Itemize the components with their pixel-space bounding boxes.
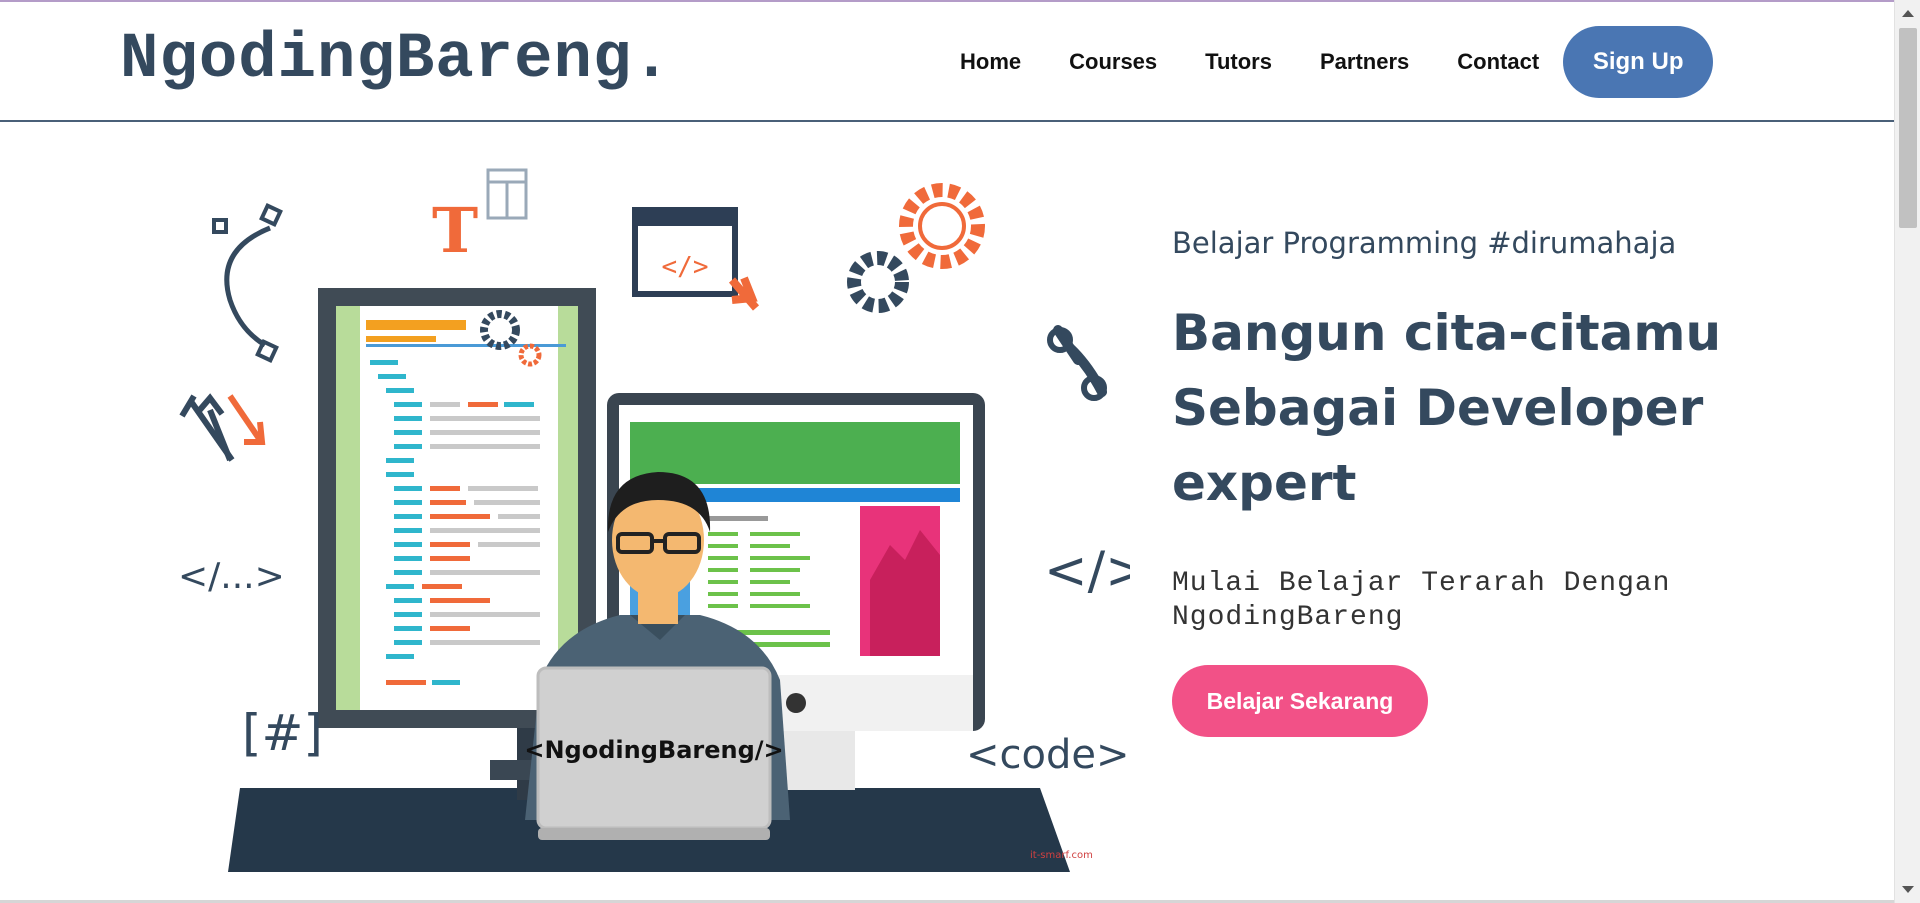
code-tag-close: </> [1044,541,1130,601]
scroll-up-arrow-icon[interactable] [1902,10,1914,17]
code-tag-hash: [#] [242,704,323,762]
layout-icon [486,168,528,220]
hero-subline: Mulai Belajar Terarah Dengan NgodingBare… [1172,567,1872,635]
laptop: <NgodingBareng/> [524,666,784,840]
site-header: NgodingBareng. Home Courses Tutors Partn… [0,2,1894,122]
arc-tool-icon [212,203,283,363]
hero-headline: Bangun cita-citamu Sebagai Developer exp… [1172,296,1872,521]
brand-logo[interactable]: NgodingBareng. [120,24,672,96]
code-tag-ellipsis: </...> [178,556,285,597]
gears-icon [847,183,985,313]
laptop-label: <NgodingBareng/> [524,736,783,764]
headline-line-2: Sebagai Developer [1172,379,1704,437]
signup-button[interactable]: Sign Up [1563,26,1714,98]
nav-courses[interactable]: Courses [1069,49,1157,75]
code-tag-code: <code> [966,732,1130,778]
headline-line-3: expert [1172,454,1357,512]
hero-illustration: <NgodingBareng/> T </> </...> </> [#] <c… [178,168,1130,872]
hero-tagline: Belajar Programming #dirumahaja [1172,226,1677,260]
start-learning-button[interactable]: Belajar Sekarang [1172,665,1428,737]
headline-line-1: Bangun cita-citamu [1172,304,1722,362]
window-tag-text: </> [662,252,709,282]
subline-line-2: NgodingBareng [1172,602,1404,633]
scrollbar-thumb[interactable] [1899,28,1917,228]
code-window-icon: </> [632,207,760,311]
subline-line-1: Mulai Belajar Terarah Dengan [1172,568,1671,599]
hero-text-block: Belajar Programming #dirumahaja Bangun c… [1172,226,1872,737]
vertical-scrollbar[interactable] [1894,0,1920,903]
main-nav: Home Courses Tutors Partners Contact Sig… [960,26,1714,98]
nav-home[interactable]: Home [960,49,1021,75]
chain-link-icon [1047,325,1107,401]
nav-partners[interactable]: Partners [1320,49,1409,75]
watermark-text: it-smarf.com [1030,850,1093,861]
letter-t-icon: T [432,194,478,267]
scroll-down-arrow-icon[interactable] [1902,886,1914,893]
nav-contact[interactable]: Contact [1457,49,1539,75]
arrows-icon [179,393,266,462]
nav-tutors[interactable]: Tutors [1205,49,1272,75]
